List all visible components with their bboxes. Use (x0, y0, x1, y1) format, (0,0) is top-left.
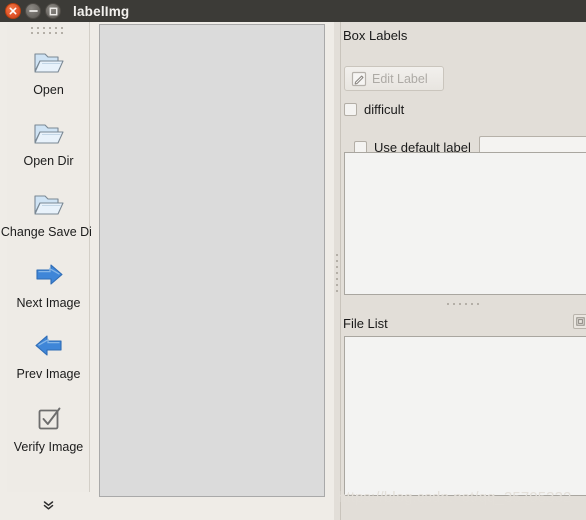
file-list[interactable] (344, 336, 586, 496)
toolbar-item-label: Open Dir (23, 154, 74, 168)
dock-float-icon (576, 317, 585, 326)
toolbar-item-change-save-dir[interactable]: Change Save Dir (1, 186, 96, 239)
canvas-area (91, 22, 334, 520)
minimize-icon (28, 10, 38, 12)
checkbox-checked-icon (31, 401, 67, 437)
toolbar-item-verify-image[interactable]: Verify Image (7, 401, 90, 454)
toolbar-item-next-image[interactable]: Next Image (7, 257, 90, 310)
arrow-left-icon (31, 328, 67, 364)
toolbar-item-open[interactable]: Open (7, 44, 90, 97)
chevron-down-icon (43, 501, 54, 510)
title-bar: labelImg (0, 0, 586, 22)
vertical-splitter-handle[interactable] (334, 22, 341, 520)
window-title: labelImg (73, 3, 130, 19)
difficult-checkbox[interactable] (344, 103, 357, 116)
file-list-float-button[interactable] (573, 314, 586, 329)
file-list-panel: File List (342, 310, 586, 520)
toolbar-item-label: Next Image (16, 296, 81, 310)
minimize-window-button[interactable] (25, 3, 41, 19)
edit-pencil-icon (351, 71, 367, 87)
edit-label-button-text: Edit Label (372, 71, 428, 86)
toolbar-overflow-button[interactable] (7, 500, 90, 513)
folder-open-icon (31, 44, 67, 80)
arrow-right-icon (31, 257, 67, 293)
image-canvas[interactable] (99, 24, 325, 497)
folder-open-icon (31, 115, 67, 151)
toolbar-item-label: Change Save Dir (0, 225, 97, 239)
maximize-icon (49, 7, 57, 15)
box-labels-title: Box Labels (343, 28, 408, 43)
edit-label-button[interactable]: Edit Label (344, 66, 444, 91)
toolbar-item-open-dir[interactable]: Open Dir (7, 115, 90, 168)
toolbar-item-label: Verify Image (13, 440, 84, 454)
toolbar-item-prev-image[interactable]: Prev Image (7, 328, 90, 381)
maximize-window-button[interactable] (45, 3, 61, 19)
file-list-title: File List (343, 316, 388, 331)
difficult-checkbox-label: difficult (364, 102, 405, 117)
left-toolbar: Open Open Dir Change Save Dir Next Image… (0, 22, 96, 520)
toolbar-left-strip (0, 22, 7, 520)
dock-content: Box Labels Edit Label difficult Use defa… (342, 22, 586, 520)
toolbar-item-label: Prev Image (16, 367, 81, 381)
close-window-button[interactable] (5, 3, 21, 19)
right-dock: Box Labels Edit Label difficult Use defa… (334, 22, 586, 520)
toolbar-item-label: Open (33, 83, 64, 97)
box-labels-list[interactable] (344, 152, 586, 295)
horizontal-splitter-handle[interactable] (342, 300, 586, 309)
close-icon (9, 7, 17, 15)
toolbar-drag-handle[interactable] (31, 27, 65, 36)
folder-open-icon (31, 186, 67, 222)
box-labels-panel: Box Labels Edit Label difficult Use defa… (342, 22, 586, 298)
labelimg-window: labelImg Open Open Dir Change Save Dir N… (0, 0, 586, 520)
difficult-checkbox-row[interactable]: difficult (344, 102, 404, 117)
